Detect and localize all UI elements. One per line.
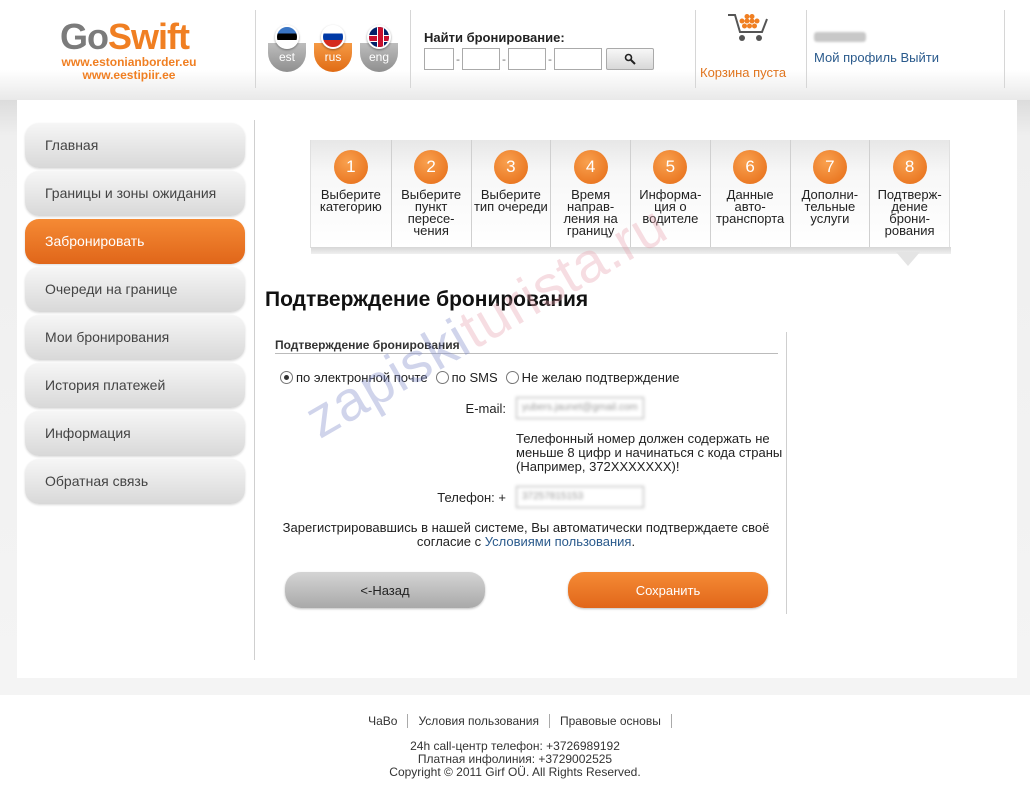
booking-code-separator: - (548, 52, 552, 66)
header-divider (410, 10, 411, 88)
sidebar-item-feedback[interactable]: Обратная связь (25, 459, 245, 504)
sidebar-item-my-bookings[interactable]: Мои бронирования (25, 315, 245, 360)
step-number: 8 (892, 150, 927, 184)
step-number: 3 (493, 150, 528, 184)
find-booking-button[interactable] (606, 48, 654, 70)
step-number: 6 (733, 150, 768, 184)
step-1[interactable]: 1 Выберите категорию (311, 140, 391, 247)
header-divider (695, 10, 696, 88)
step-6[interactable]: 6 Данные авто-транспорта (709, 140, 790, 247)
language-switcher: est rus eng (268, 22, 398, 72)
footer-link-faq[interactable]: ЧаВо (358, 714, 407, 728)
russia-flag-icon (321, 25, 345, 49)
email-label: E-mail: (465, 401, 506, 416)
user-profile: Мой профиль Выйти (814, 32, 939, 65)
footer-info: 24h call-центр телефон: +3726989192 Плат… (0, 739, 1030, 780)
cart-icon (700, 12, 796, 53)
header-divider (255, 10, 256, 88)
sidebar-divider (254, 120, 255, 660)
footer-copyright: Copyright © 2011 Girf OÜ. All Rights Res… (389, 765, 641, 779)
form-legend: Подтверждение бронирования (275, 338, 778, 354)
step-3[interactable]: 3 Выберите тип очереди (470, 140, 551, 247)
step-2[interactable]: 2 Выберите пункт пересе-чения (390, 140, 471, 247)
phone-hint: Телефонный номер должен содержать не мен… (516, 431, 783, 474)
step-number: 1 (333, 150, 368, 184)
email-field[interactable]: yubers.jaunet@gmail.com (516, 397, 644, 419)
sidebar-nav: Главная Границы и зоны ожидания Забронир… (25, 123, 245, 507)
logo-swift: Swift (108, 16, 190, 57)
footer-links: ЧаВо Условия пользования Правовые основы (0, 714, 1030, 728)
cart-status: Корзина пуста (700, 65, 787, 80)
consent-end: . (631, 534, 636, 549)
lang-est-button[interactable]: est (268, 22, 306, 72)
step-8[interactable]: 8 Подтверж-дение брони-рования (869, 140, 949, 247)
cart[interactable]: Корзина пуста (700, 12, 796, 80)
radio-checked-icon (280, 371, 293, 384)
save-button[interactable]: Сохранить (568, 572, 768, 608)
booking-code-separator: - (456, 52, 460, 66)
step-number: 7 (812, 150, 847, 184)
lang-rus-button[interactable]: rus (314, 22, 352, 72)
user-name-blurred (814, 32, 866, 42)
sidebar-item-book[interactable]: Забронировать (25, 219, 245, 264)
consent-text: Зарегистрировавшись в нашей системе, Вы … (268, 521, 784, 549)
step-label: Дополни-тельные услуги (801, 187, 859, 226)
sidebar-item-info[interactable]: Информация (25, 411, 245, 456)
logo-url-2: www.eestipiir.ee (82, 68, 176, 82)
sidebar-item-queues[interactable]: Очереди на границе (25, 267, 245, 312)
step-number: 5 (653, 150, 688, 184)
step-label: Выберите категорию (319, 187, 382, 214)
booking-code-separator: - (502, 52, 506, 66)
header-divider (806, 10, 807, 88)
booking-code-field-4[interactable] (554, 48, 602, 70)
find-booking-label: Найти бронирование: (424, 30, 565, 45)
sidebar-item-home[interactable]: Главная (25, 123, 245, 168)
back-button[interactable]: <-Назад (285, 572, 485, 608)
sidebar-item-payments[interactable]: История платежей (25, 363, 245, 408)
form-divider (786, 332, 787, 614)
find-booking-row: - - - (424, 48, 654, 70)
step-label: Данные авто-транспорта (715, 187, 785, 226)
profile-links[interactable]: Мой профиль Выйти (814, 50, 939, 65)
booking-code-field-1[interactable] (424, 48, 454, 70)
uk-flag-icon (367, 25, 391, 49)
step-number: 4 (573, 150, 608, 184)
booking-code-field-3[interactable] (508, 48, 546, 70)
radio-label: Не желаю подтверждение (521, 370, 680, 385)
radio-unchecked-icon (505, 371, 519, 384)
sidebar-item-borders[interactable]: Границы и зоны ожидания (25, 171, 245, 216)
logo-go: Go (60, 16, 109, 57)
footer-infoline: Платная инфолиния: +3729002525 (417, 752, 613, 766)
step-7[interactable]: 7 Дополни-тельные услуги (789, 140, 870, 247)
goswift-logo[interactable]: GoSwift www.estonianborder.eu www.eestip… (60, 18, 200, 82)
phone-field[interactable]: 37257815153 (516, 486, 644, 508)
phone-label: Телефон: + (437, 490, 506, 505)
booking-code-field-2[interactable] (462, 48, 500, 70)
lang-eng-button[interactable]: eng (360, 22, 398, 72)
step-label: Подтверж-дение брони-рования (877, 187, 942, 238)
radio-none[interactable]: Не желаю подтверждение (505, 370, 680, 385)
current-step-pointer (896, 252, 920, 266)
step-label: Выберите пункт пересе-чения (401, 187, 462, 238)
search-icon (624, 53, 636, 65)
footer-callcenter: 24h call-центр телефон: +3726989192 (410, 739, 620, 753)
estonia-flag-icon (275, 25, 299, 49)
find-booking: Найти бронирование: - - - (424, 30, 654, 70)
header-divider (1004, 10, 1005, 88)
step-label: Выберите тип очереди (473, 187, 548, 214)
footer-link-terms[interactable]: Условия пользования (407, 714, 549, 728)
logo-text: GoSwift (60, 18, 200, 56)
terms-link[interactable]: Условиями пользования (485, 534, 632, 549)
step-number: 2 (414, 150, 449, 184)
footer-link-legal[interactable]: Правовые основы (548, 714, 672, 728)
